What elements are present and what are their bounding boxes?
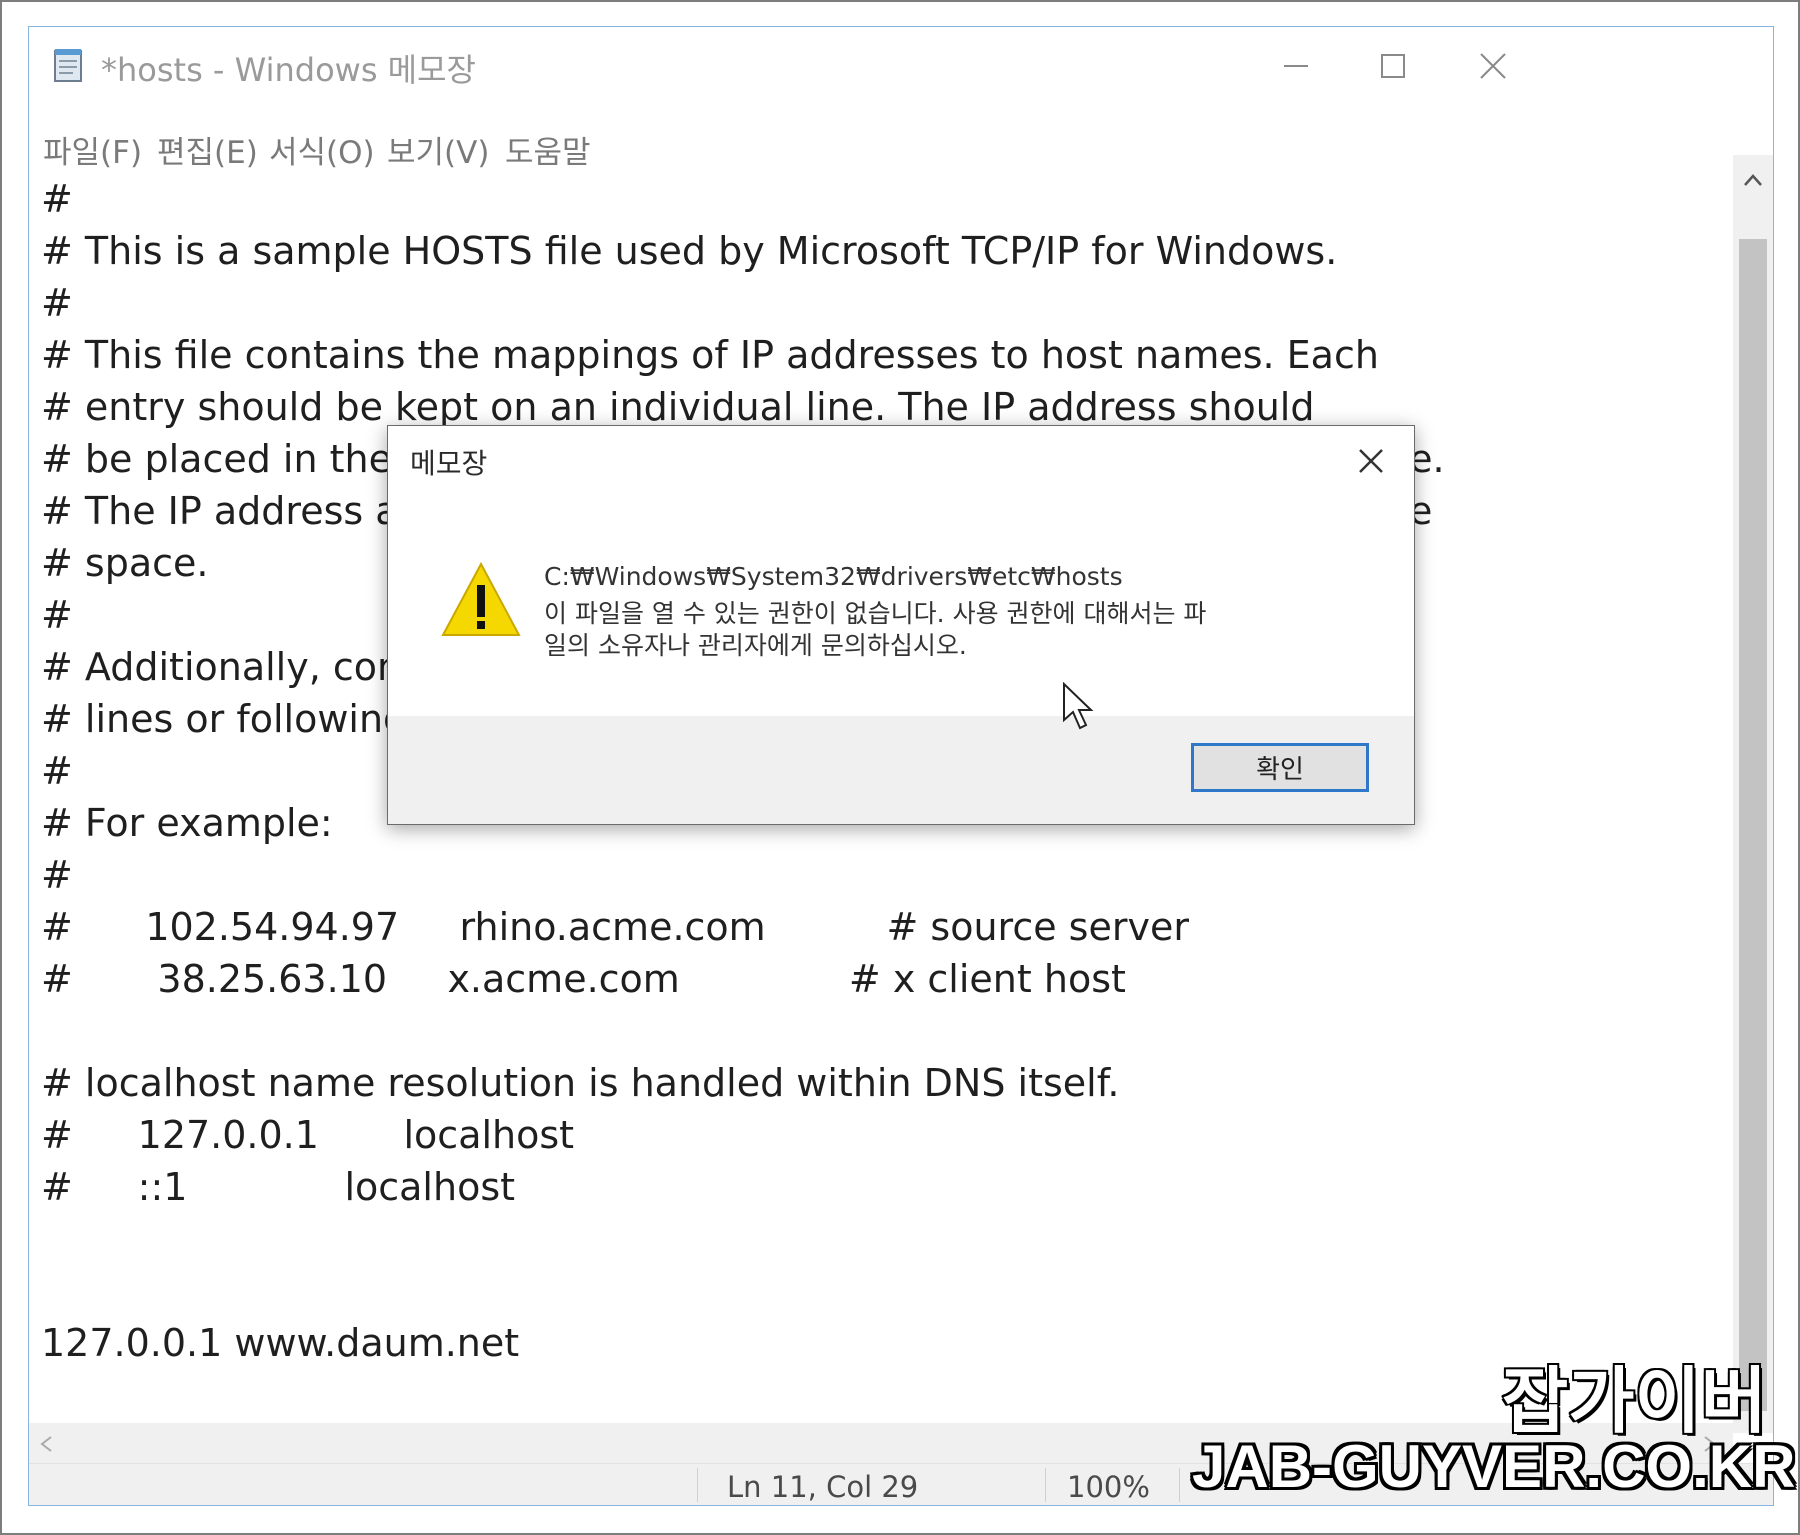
editor-line: # (41, 593, 73, 637)
dialog-close-button[interactable] (1350, 440, 1392, 482)
title-bar: *hosts - Windows 메모장 (29, 27, 1773, 107)
dialog-footer: 확인 (388, 716, 1414, 824)
editor-line: # ::1 localhost (41, 1165, 516, 1209)
editor-line: # For example: (41, 801, 333, 845)
menu-file[interactable]: 파일(F) (43, 127, 142, 172)
minimize-icon (1284, 65, 1308, 67)
editor-line: # localhost name resolution is handled w… (41, 1061, 1120, 1105)
status-divider (697, 1468, 698, 1502)
editor-line: # (41, 749, 73, 793)
editor-line: # 102.54.94.97 rhino.acme.com # source s… (41, 905, 1189, 949)
vertical-scrollbar[interactable] (1733, 155, 1773, 1433)
dialog-file-path: C:₩Windows₩System32₩drivers₩etc₩hosts (544, 562, 1123, 591)
scroll-up-icon[interactable] (1743, 173, 1763, 187)
vertical-scroll-thumb[interactable] (1739, 239, 1767, 1411)
watermark-url: JAB-GUYVER.CO.KR (1192, 1433, 1796, 1500)
permission-error-dialog: 메모장 C:₩Windows₩System32₩drivers₩etc₩host… (387, 425, 1415, 825)
notepad-icon (54, 49, 82, 82)
status-divider (1045, 1468, 1046, 1502)
dialog-message-line2: 일의 소유자나 관리자에게 문의하십시오. (544, 631, 967, 660)
editor-line: # (41, 853, 73, 897)
screenshot-frame: *hosts - Windows 메모장 파일(F) 편집(E) 서식(O) 보… (0, 0, 1800, 1535)
editor-line: # space. (41, 541, 209, 585)
scroll-left-icon[interactable] (39, 1435, 53, 1453)
editor-line: # This is a sample HOSTS file used by Mi… (41, 229, 1338, 273)
editor-line: # 38.25.63.10 x.acme.com # x client host (41, 957, 1126, 1001)
maximize-button[interactable] (1363, 41, 1423, 91)
minimize-button[interactable] (1266, 41, 1326, 91)
menu-format[interactable]: 서식(O) (269, 127, 375, 172)
editor-line: # 127.0.0.1 localhost (41, 1113, 575, 1157)
menu-bar: 파일(F) 편집(E) 서식(O) 보기(V) 도움말 (29, 107, 1773, 173)
dialog-title: 메모장 (410, 447, 488, 480)
editor-line: 127.0.0.1 www.daum.net (41, 1321, 520, 1365)
menu-view[interactable]: 보기(V) (387, 127, 489, 172)
mouse-cursor-icon (1063, 682, 1094, 730)
status-divider (1179, 1468, 1180, 1502)
dialog-message-line1: 이 파일을 열 수 있는 권한이 없습니다. 사용 권한에 대해서는 파 (544, 599, 1207, 628)
editor-line: # This file contains the mappings of IP … (41, 333, 1379, 377)
cursor-position: Ln 11, Col 29 (727, 1470, 919, 1504)
editor-line: # (41, 281, 73, 325)
maximize-icon (1381, 54, 1405, 78)
close-icon (1480, 53, 1506, 79)
menu-edit[interactable]: 편집(E) (157, 127, 258, 172)
menu-help[interactable]: 도움말 (505, 127, 591, 172)
close-button[interactable] (1463, 41, 1523, 91)
warning-icon (441, 561, 521, 636)
close-icon (1359, 449, 1383, 473)
ok-button[interactable]: 확인 (1191, 743, 1369, 792)
editor-line: # (41, 177, 73, 221)
window-title: *hosts - Windows 메모장 (101, 51, 476, 89)
zoom-level: 100% (1067, 1470, 1150, 1504)
